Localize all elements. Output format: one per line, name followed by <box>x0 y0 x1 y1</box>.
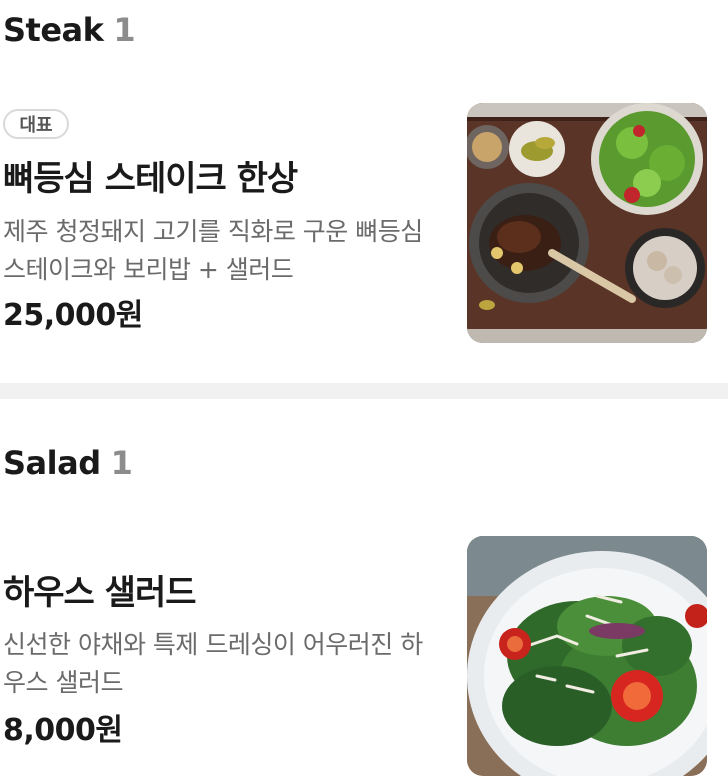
menu-item-photo-salad <box>467 536 707 776</box>
signature-badge: 대표 <box>3 109 69 139</box>
section-title-label: Steak <box>3 11 104 49</box>
section-title-salad: Salad 1 <box>3 444 133 482</box>
menu-item-description: 신선한 야채와 특제 드레싱이 어우러진 하우스 샐러드 <box>3 630 423 697</box>
section-title-steak: Steak 1 <box>3 11 136 49</box>
menu-item-price: 25,000원 <box>3 298 143 333</box>
section-steak: Steak 1 대표 뼈등심 스테이크 한상 제주 청정돼지 고기를 직화로 구운… <box>0 0 728 383</box>
section-title-label: Salad <box>3 444 101 482</box>
menu-item-photo-steak <box>467 103 707 343</box>
menu-item-steak-set[interactable]: 대표 뼈등심 스테이크 한상 제주 청정돼지 고기를 직화로 구운 뼈등심 스테… <box>0 103 728 349</box>
section-item-count: 1 <box>113 11 136 49</box>
menu-item-description: 제주 청정돼지 고기를 직화로 구운 뼈등심 스테이크와 보리밥 + 샐러드 <box>3 217 423 284</box>
menu-item-name: 뼈등심 스테이크 한상 <box>3 159 298 199</box>
section-item-count: 1 <box>110 444 133 482</box>
section-divider <box>0 383 728 399</box>
menu-item-house-salad[interactable]: 하우스 샐러드 신선한 야채와 특제 드레싱이 어우러진 하우스 샐러드 8,0… <box>0 536 728 776</box>
menu-item-name: 하우스 샐러드 <box>3 573 197 613</box>
section-salad: Salad 1 하우스 샐러드 신선한 야채와 특제 드레싱이 어우러진 하우스 … <box>0 399 728 784</box>
menu-item-price: 8,000원 <box>3 713 123 748</box>
